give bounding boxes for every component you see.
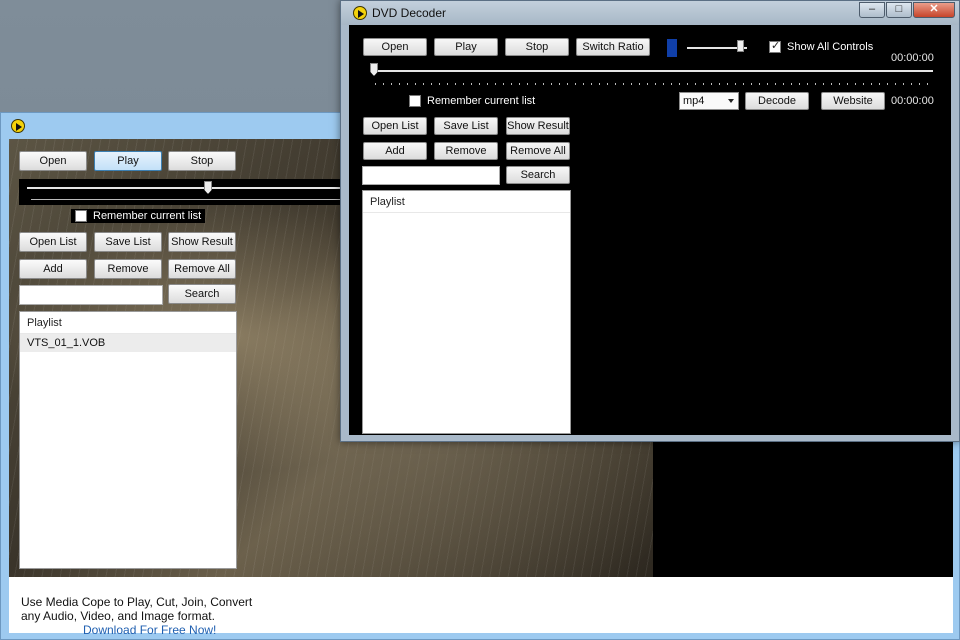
save-list-button[interactable]: Save List xyxy=(434,117,498,135)
ad-banner: Use Media Cope to Play, Cut, Join, Conve… xyxy=(9,577,953,637)
switch-ratio-button[interactable]: Switch Ratio xyxy=(576,38,650,56)
volume-slider-thumb[interactable] xyxy=(737,40,744,52)
close-button[interactable]: ✕ xyxy=(913,2,955,18)
remember-label: Remember current list xyxy=(427,95,536,107)
format-select[interactable]: mp4 xyxy=(679,92,739,110)
show-result-button[interactable]: Show Result xyxy=(168,232,236,252)
remove-button[interactable]: Remove xyxy=(94,259,162,279)
add-button[interactable]: Add xyxy=(19,259,87,279)
search-button[interactable]: Search xyxy=(168,284,236,304)
dvd-decoder-window: DVD Decoder – □ ✕ Open Play Stop Switch … xyxy=(340,0,960,442)
window-controls: – □ ✕ xyxy=(859,2,955,18)
time-display-bottom: 00:00:00 xyxy=(891,95,934,107)
search-input[interactable] xyxy=(19,285,163,305)
ad-text: Use Media Cope to Play, Cut, Join, Conve… xyxy=(21,595,253,623)
remember-checkbox-box[interactable] xyxy=(409,95,421,107)
download-link[interactable]: Download For Free Now! xyxy=(21,623,941,637)
remove-all-button[interactable]: Remove All xyxy=(168,259,236,279)
remember-list-checkbox[interactable]: Remember current list xyxy=(409,95,535,107)
open-button[interactable]: Open xyxy=(363,38,427,56)
app-logo-icon xyxy=(353,6,367,20)
play-button[interactable]: Play xyxy=(94,151,162,171)
show-all-controls-checkbox[interactable]: Show All Controls xyxy=(769,39,874,53)
front-window-client: Open Play Stop Switch Ratio Show All Con… xyxy=(349,25,951,435)
seek-thumb[interactable] xyxy=(370,63,378,76)
remember-list-checkbox[interactable]: Remember current list xyxy=(71,209,206,223)
front-window-titlebar[interactable]: DVD Decoder – □ ✕ xyxy=(341,1,959,25)
remember-checkbox-box[interactable] xyxy=(75,210,87,222)
open-list-button[interactable]: Open List xyxy=(363,117,427,135)
playlist-header: Playlist xyxy=(20,312,236,334)
show-result-button[interactable]: Show Result xyxy=(506,117,570,135)
website-button[interactable]: Website xyxy=(821,92,885,110)
playlist-header: Playlist xyxy=(363,191,570,213)
search-button[interactable]: Search xyxy=(506,166,570,184)
playlist-item[interactable]: VTS_01_1.VOB xyxy=(20,334,236,352)
window-title: DVD Decoder xyxy=(372,6,447,20)
playlist-panel[interactable]: Playlist VTS_01_1.VOB xyxy=(19,311,237,569)
decode-button[interactable]: Decode xyxy=(745,92,809,110)
remove-all-button[interactable]: Remove All xyxy=(506,142,570,160)
stop-button[interactable]: Stop xyxy=(168,151,236,171)
play-button[interactable]: Play xyxy=(434,38,498,56)
stop-button[interactable]: Stop xyxy=(505,38,569,56)
volume-icon[interactable] xyxy=(667,39,677,57)
minimize-button[interactable]: – xyxy=(859,2,885,18)
seek-ticks xyxy=(375,83,931,85)
remove-button[interactable]: Remove xyxy=(434,142,498,160)
seek-ticks xyxy=(31,199,355,200)
save-list-button[interactable]: Save List xyxy=(94,232,162,252)
app-logo-icon xyxy=(11,119,25,133)
open-button[interactable]: Open xyxy=(19,151,87,171)
search-input[interactable] xyxy=(362,166,500,185)
format-selected-value: mp4 xyxy=(683,95,705,107)
open-list-button[interactable]: Open List xyxy=(19,232,87,252)
seek-track[interactable] xyxy=(371,70,933,72)
show-all-controls-label: Show All Controls xyxy=(787,41,874,53)
seek-track xyxy=(27,187,355,189)
seek-bar[interactable] xyxy=(19,179,355,205)
add-button[interactable]: Add xyxy=(363,142,427,160)
seek-thumb[interactable] xyxy=(204,181,212,194)
show-all-controls-box[interactable] xyxy=(769,39,781,53)
chevron-down-icon xyxy=(728,99,734,103)
maximize-button[interactable]: □ xyxy=(886,2,912,18)
time-display-top: 00:00:00 xyxy=(891,52,934,64)
playlist-panel[interactable]: Playlist xyxy=(362,190,571,434)
remember-label: Remember current list xyxy=(93,210,202,222)
